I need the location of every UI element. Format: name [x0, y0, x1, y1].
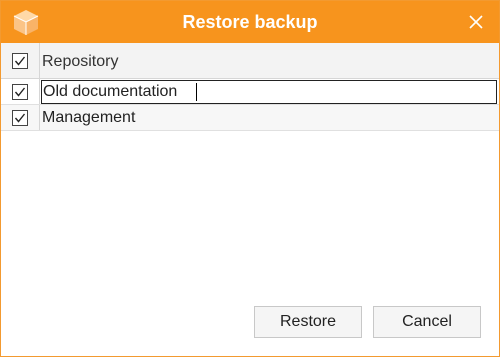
repository-name-input[interactable] — [41, 80, 497, 104]
row-check-cell — [1, 105, 40, 130]
row-checkbox[interactable] — [12, 110, 28, 126]
table-row[interactable]: Management — [1, 105, 499, 131]
text-cursor — [196, 83, 197, 101]
row-checkbox[interactable] — [12, 84, 28, 100]
restore-button[interactable]: Restore — [254, 306, 362, 338]
checkmark-icon — [14, 113, 26, 123]
repository-name: Management — [42, 109, 136, 126]
cancel-button[interactable]: Cancel — [373, 306, 481, 338]
checkmark-icon — [14, 87, 26, 97]
title-bar[interactable]: Restore backup — [1, 1, 499, 43]
dialog-title: Restore backup — [182, 12, 318, 32]
repository-table: Repository Management — [1, 43, 499, 301]
close-icon[interactable] — [465, 11, 487, 33]
select-all-checkbox[interactable] — [12, 53, 28, 69]
header-check-cell — [1, 43, 40, 78]
restore-backup-dialog: Restore backup Repository Old documentat… — [0, 0, 500, 357]
table-row[interactable] — [1, 79, 499, 105]
checkmark-icon — [14, 56, 26, 66]
row-check-cell — [1, 79, 40, 104]
table-header-row: Repository — [1, 43, 499, 79]
repository-column-header[interactable]: Repository — [42, 52, 118, 72]
